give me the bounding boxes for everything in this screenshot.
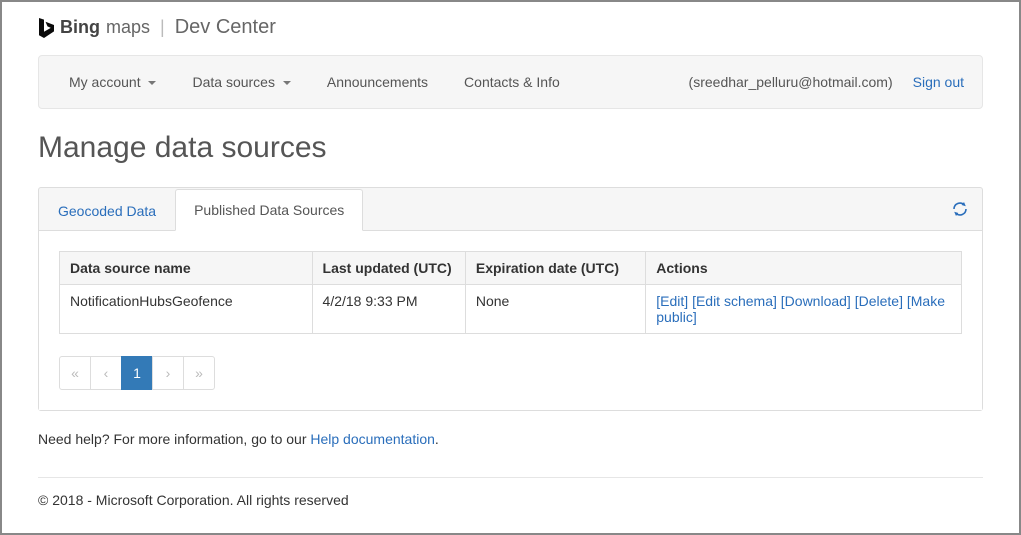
sign-out-link[interactable]: Sign out bbox=[913, 74, 970, 90]
nav-my-account-label: My account bbox=[69, 74, 141, 90]
page-title: Manage data sources bbox=[38, 131, 983, 165]
help-text: Need help? For more information, go to o… bbox=[38, 431, 983, 447]
page-1[interactable]: 1 bbox=[121, 356, 153, 390]
user-email: (sreedhar_pelluru@hotmail.com) bbox=[689, 74, 893, 90]
action-edit[interactable]: [Edit] bbox=[656, 293, 688, 309]
cell-updated: 4/2/18 9:33 PM bbox=[312, 285, 465, 334]
nav-contacts[interactable]: Contacts & Info bbox=[446, 55, 578, 109]
page-last[interactable]: » bbox=[183, 356, 215, 390]
page-first[interactable]: « bbox=[59, 356, 91, 390]
tab-panel: Geocoded Data Published Data Sources Dat… bbox=[38, 187, 983, 411]
col-updated: Last updated (UTC) bbox=[312, 252, 465, 285]
tab-published-label: Published Data Sources bbox=[194, 202, 344, 218]
col-expiration: Expiration date (UTC) bbox=[465, 252, 645, 285]
brand-divider: | bbox=[160, 17, 165, 38]
action-delete[interactable]: [Delete] bbox=[855, 293, 903, 309]
caret-down-icon bbox=[283, 81, 291, 85]
bing-icon bbox=[38, 18, 54, 38]
nav-announcements[interactable]: Announcements bbox=[309, 55, 446, 109]
nav-announcements-label: Announcements bbox=[327, 74, 428, 90]
page-prev[interactable]: ‹ bbox=[90, 356, 122, 390]
tab-geocoded-label: Geocoded Data bbox=[58, 203, 156, 219]
col-name: Data source name bbox=[60, 252, 313, 285]
nav-data-sources-label: Data sources bbox=[192, 74, 274, 90]
brand-devcenter: Dev Center bbox=[175, 16, 276, 39]
caret-down-icon bbox=[148, 81, 156, 85]
table-row: NotificationHubsGeofence 4/2/18 9:33 PM … bbox=[60, 285, 962, 334]
nav-my-account[interactable]: My account bbox=[51, 55, 174, 109]
navbar: My account Data sources Announcements Co… bbox=[38, 55, 983, 109]
bing-logo: Bing maps bbox=[38, 17, 150, 38]
pagination: « ‹ 1 › » bbox=[59, 356, 962, 390]
refresh-button[interactable] bbox=[938, 191, 982, 227]
data-sources-table: Data source name Last updated (UTC) Expi… bbox=[59, 251, 962, 334]
brand-header: Bing maps | Dev Center bbox=[38, 16, 983, 39]
cell-expiration: None bbox=[465, 285, 645, 334]
cell-actions: [Edit] [Edit schema] [Download] [Delete]… bbox=[646, 285, 962, 334]
tab-published[interactable]: Published Data Sources bbox=[175, 189, 363, 231]
help-prefix: Need help? For more information, go to o… bbox=[38, 431, 310, 447]
nav-data-sources[interactable]: Data sources bbox=[174, 55, 308, 109]
nav-contacts-label: Contacts & Info bbox=[464, 74, 560, 90]
brand-bing: Bing bbox=[60, 17, 100, 38]
col-actions: Actions bbox=[646, 252, 962, 285]
tab-geocoded[interactable]: Geocoded Data bbox=[39, 190, 175, 231]
action-download[interactable]: [Download] bbox=[781, 293, 851, 309]
cell-name: NotificationHubsGeofence bbox=[60, 285, 313, 334]
page-next[interactable]: › bbox=[152, 356, 184, 390]
help-doc-link[interactable]: Help documentation bbox=[310, 431, 435, 447]
refresh-icon bbox=[952, 201, 968, 217]
footer-text: © 2018 - Microsoft Corporation. All righ… bbox=[38, 478, 983, 522]
action-edit-schema[interactable]: [Edit schema] bbox=[692, 293, 777, 309]
brand-maps: maps bbox=[106, 17, 150, 38]
help-suffix: . bbox=[435, 431, 439, 447]
